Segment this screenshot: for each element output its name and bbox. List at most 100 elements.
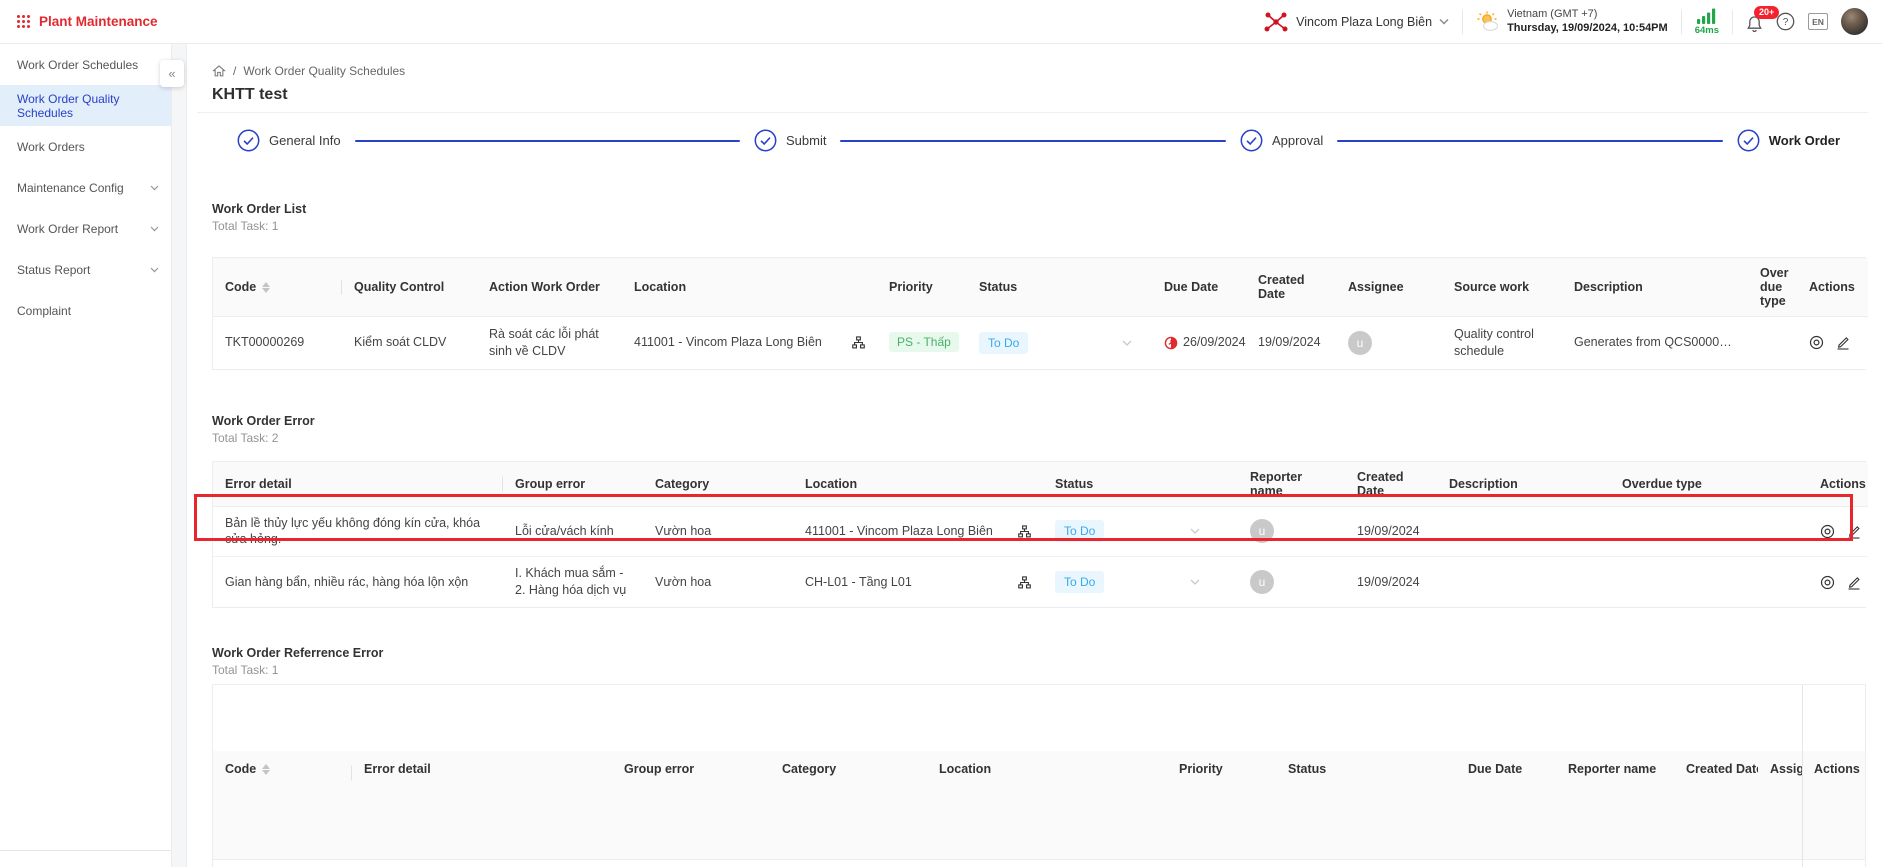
table-header-row: Error detail Group error Category Locati…: [213, 462, 1868, 507]
work-order-error-section-head: Work Order Error Total Task: 2: [212, 414, 1866, 445]
status-select[interactable]: To Do: [1055, 520, 1104, 542]
assignee-avatar[interactable]: u: [1348, 331, 1372, 355]
stepper-card: General Info Submit: [197, 112, 1868, 176]
sidebar-item-status-report[interactable]: Status Report: [0, 249, 171, 290]
chevron-down-icon: [150, 267, 159, 273]
divider: [1462, 10, 1463, 34]
cell-location: CH-L01 - Tầng L01: [927, 859, 1167, 867]
cell-actions: [1808, 557, 1868, 607]
sidebar-item-work-orders[interactable]: Work Orders: [0, 126, 171, 167]
chevron-down-icon[interactable]: [1190, 528, 1200, 534]
datetime-label: Thursday, 19/09/2024, 10:54PM: [1507, 22, 1668, 36]
table-header-row: Code Error detail Group error Category L…: [213, 751, 1866, 859]
step-check-icon: [237, 129, 260, 152]
app-grid-icon: [16, 14, 31, 29]
cell-overdue-type: [1610, 557, 1808, 607]
cell-priority: PS - Thấp: [877, 317, 967, 369]
location-tree-icon[interactable]: [1018, 576, 1031, 589]
chevron-down-icon: [1439, 18, 1449, 25]
section-total: Total Task: 1: [212, 219, 1866, 233]
step-submit[interactable]: Submit: [754, 129, 826, 152]
overdue-clock-icon: [1164, 336, 1178, 350]
col-header-error-detail: Error detail: [213, 462, 503, 507]
sidebar-collapse-button[interactable]: «: [160, 60, 184, 87]
col-header-location: Location: [622, 258, 877, 317]
edit-icon[interactable]: [1836, 335, 1850, 350]
status-select[interactable]: To Do: [979, 332, 1028, 354]
work-order-list-table: Code Quality Control Action Work Order L…: [212, 257, 1866, 370]
cell-error-detail: Bản lề thủy lực yếu không đóng kín cửa, …: [213, 506, 503, 557]
breadcrumb-current[interactable]: Work Order Quality Schedules: [243, 64, 405, 78]
cell-quality-control: Kiểm soát CLDV: [342, 317, 477, 369]
view-icon[interactable]: [1820, 575, 1835, 590]
step-label: Work Order: [1769, 133, 1840, 148]
home-icon[interactable]: [212, 64, 226, 78]
step-check-icon: [754, 129, 777, 152]
sidebar-item-maintenance-config[interactable]: Maintenance Config: [0, 167, 171, 208]
cell-error-detail: Gian hàng bẩn, nhiều rác, hàng hóa lộn x…: [352, 859, 612, 867]
sidebar-item-work-order-schedules[interactable]: Work Order Schedules: [0, 44, 171, 85]
notifications-button[interactable]: 20+: [1746, 11, 1763, 33]
cell-overdue-type: [1748, 317, 1797, 369]
col-header-status: Status: [1276, 751, 1456, 859]
sidebar-item-work-order-quality-schedules[interactable]: Work Order Quality Schedules: [0, 85, 171, 126]
sidebar-item-label: Complaint: [17, 304, 71, 318]
priority-badge: PS - Thấp: [889, 332, 959, 352]
sort-icon[interactable]: [262, 764, 270, 775]
edit-icon[interactable]: [1847, 575, 1861, 590]
sidebar-item-label: Work Orders: [17, 140, 85, 154]
view-icon[interactable]: [1820, 524, 1835, 539]
reporter-avatar[interactable]: u: [1250, 519, 1274, 543]
step-check-icon: [1737, 129, 1760, 152]
edit-icon[interactable]: [1847, 524, 1861, 539]
step-check-icon: [1240, 129, 1263, 152]
user-avatar[interactable]: [1841, 8, 1868, 35]
col-header-error-detail: Error detail: [352, 751, 612, 859]
chevron-down-icon: [150, 185, 159, 191]
col-header-actions: Actions: [1808, 462, 1868, 507]
step-connector: [840, 140, 1225, 142]
chevron-down-icon[interactable]: [1190, 579, 1200, 585]
col-header-status: Status: [967, 258, 1152, 317]
cell-error-detail: Gian hàng bẩn, nhiều rác, hàng hóa lộn x…: [213, 557, 503, 607]
location-tree-icon[interactable]: [1018, 525, 1031, 538]
table-row-highlighted: Bản lề thủy lực yếu không đóng kín cửa, …: [213, 506, 1868, 557]
step-approval[interactable]: Approval: [1240, 129, 1323, 152]
cell-status: To Do: [1043, 557, 1238, 607]
sidebar-item-work-order-report[interactable]: Work Order Report: [0, 208, 171, 249]
cell-created-date: 19/09/2024: [1246, 317, 1336, 369]
location-text: 411001 - Vincom Plaza Long Biên: [805, 523, 993, 540]
col-header-due-date: Due Date: [1456, 751, 1556, 859]
cell-location: 411001 - Vincom Plaza Long Biên: [622, 317, 877, 369]
step-connector: [355, 140, 740, 142]
language-toggle[interactable]: EN: [1808, 13, 1828, 30]
step-general-info[interactable]: General Info: [237, 129, 341, 152]
col-header-quality-control: Quality Control: [342, 258, 477, 317]
location-text: CH-L01 - Tầng L01: [805, 574, 912, 591]
cell-actions: [1802, 859, 1866, 867]
col-header-assignee: Assignee: [1758, 751, 1802, 859]
progress-stepper: General Info Submit: [237, 129, 1840, 152]
cell-category: Vườn hoa: [643, 557, 793, 607]
help-button[interactable]: ?: [1776, 12, 1795, 31]
col-header-description: Description: [1437, 462, 1610, 507]
col-header-assignee: Assignee: [1336, 258, 1442, 317]
step-work-order[interactable]: Work Order: [1737, 129, 1840, 152]
status-select[interactable]: To Do: [1055, 571, 1104, 593]
site-selector[interactable]: Vincom Plaza Long Biên: [1263, 12, 1449, 32]
reporter-avatar[interactable]: u: [1250, 570, 1274, 594]
chevron-down-icon[interactable]: [1122, 340, 1132, 346]
cell-created-date: 19/09/2024: [1345, 557, 1437, 607]
work-order-list-section-head: Work Order List Total Task: 1: [212, 202, 1866, 233]
location-tree-icon[interactable]: [852, 336, 865, 349]
col-label: Code: [225, 762, 256, 776]
sidebar-footer-divider: [0, 850, 171, 851]
col-header-created-date: Created Date: [1674, 751, 1758, 859]
sort-icon[interactable]: [262, 282, 270, 293]
sidebar-item-complaint[interactable]: Complaint: [0, 290, 171, 331]
view-icon[interactable]: [1809, 335, 1824, 350]
divider: [1732, 10, 1733, 34]
col-header-category: Category: [770, 751, 927, 859]
col-header-group-error: Group error: [612, 751, 770, 859]
work-order-reference-error-section-head: Work Order Referrence Error Total Task: …: [212, 646, 1866, 677]
